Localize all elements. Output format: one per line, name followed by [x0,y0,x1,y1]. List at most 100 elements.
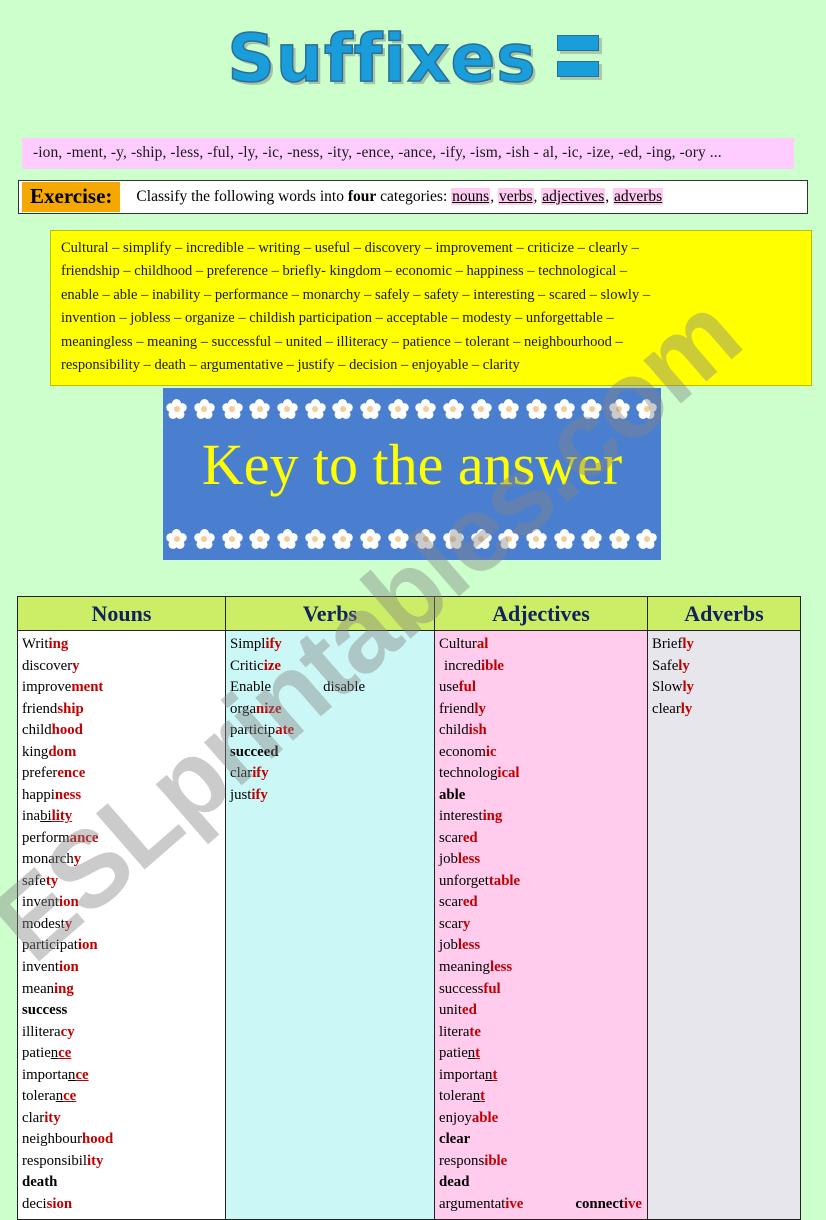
answer-key-table: Nouns Verbs Adjectives Adverbs Writing di… [17,596,801,1220]
word-entry: united [439,1002,477,1019]
table-header-row: Nouns Verbs Adjectives Adverbs [17,596,801,631]
word-entry: Enable disable [230,679,366,696]
word-entry: able [439,786,466,803]
word-entry: illiteracy [22,1023,75,1040]
flower-icon [525,528,547,550]
word-entry: useful [439,679,477,696]
word-bank-line: responsibility – death – argumentative –… [61,357,520,374]
word-entry: invention [22,958,79,975]
flower-icon [470,398,492,420]
nouns-word-list: Writing discovery improvement friendship chi… [22,634,225,1215]
sep-3: , [605,188,613,205]
word-entry: tolerance [22,1088,77,1105]
word-entry: interesting [439,808,503,825]
word-entry: scary [439,915,471,932]
word-entry: scared [439,829,478,846]
column-header-adjectives: Adjectives [434,596,648,631]
word-entry: dead [439,1174,470,1191]
table-body-row: Writing discovery improvement friendship chi… [17,629,801,1220]
word-entry: Safely [652,657,690,674]
word-bank-line: Cultural – simplify – incredible – writi… [61,240,639,256]
flower-icon [221,398,243,420]
exercise-instruction: Classify the following words into four c… [136,188,664,206]
word-entry: important [439,1066,498,1083]
word-entry: importance [22,1066,89,1083]
word-entry: meaning [22,980,74,997]
word-entry: inability [22,808,73,825]
word-entry: incredible [444,657,505,674]
category-verbs: verbs [497,188,534,205]
word-entry: argumentative connective [439,1195,642,1212]
flower-icon [387,528,409,550]
word-entry: happiness [22,786,82,803]
flower-border-top [163,392,661,426]
flower-icon [636,398,658,420]
flower-icon [332,398,354,420]
word-entry: childhood [22,722,83,739]
flower-border-bottom [163,522,661,556]
word-entry: economic [439,743,497,760]
flower-icon [442,398,464,420]
cell-verbs: Simplify Criticize Enable disable organize pa… [225,629,435,1220]
word-bank-line: enable – able – inability – performance … [61,286,651,303]
word-bank-line: invention – jobless – organize – childis… [61,310,614,327]
adverbs-word-list: Briefly Safely Slowly clearly [652,634,800,720]
category-adverbs: adverbs [613,188,664,205]
word-entry: scared [439,894,478,911]
word-entry: clear [439,1131,471,1148]
flower-icon [359,398,381,420]
word-entry: participation [22,937,98,954]
category-adjectives: adjectives [541,188,606,205]
sep-1: , [490,188,498,205]
flower-icon [525,398,547,420]
word-entry: patience [22,1045,72,1062]
cell-adjectives: Cultural incredible useful friendly childish… [434,629,648,1220]
word-entry: Slowly [652,679,694,696]
flower-icon [442,528,464,550]
page-title: Suffixes [227,20,537,97]
flower-icon [415,528,437,550]
flower-icon [636,528,658,550]
adjectives-word-list: Cultural incredible useful friendly childish… [439,634,647,1215]
exercise-label: Exercise: [22,182,121,212]
word-entry: neighbourhood [22,1131,114,1148]
word-entry: technological [439,765,520,782]
word-entry: clarity [22,1109,61,1126]
column-header-nouns: Nouns [17,596,226,631]
word-entry: Briefly [652,636,694,652]
word-bank: Cultural – simplify – incredible – writi… [50,230,812,386]
word-entry: invention [22,894,79,911]
column-header-verbs: Verbs [225,596,435,631]
word-entry: monarchy [22,851,82,868]
word-entry: succeed [230,743,279,760]
word-entry: Criticize [230,657,281,674]
word-entry: patient [439,1045,481,1062]
flower-icon [249,398,271,420]
word-entry: preference [22,765,86,782]
flower-icon [470,528,492,550]
flower-icon [332,528,354,550]
word-entry: Cultural [439,636,489,652]
flower-icon [553,528,575,550]
flower-icon [193,398,215,420]
flower-icon [581,528,603,550]
word-entry: successful [439,980,501,997]
suffix-list-strip: -ion, -ment, -y, -ship, -less, -ful, -ly… [22,138,794,169]
word-entry: organize [230,700,282,717]
flower-icon [498,398,520,420]
word-entry: improvement [22,679,104,696]
category-nouns: nouns [451,188,491,205]
word-entry: jobless [439,937,481,954]
flower-icon [608,398,630,420]
word-entry: safety [22,872,59,889]
word-entry: justify [230,786,268,803]
verbs-word-list: Simplify Criticize Enable disable organize pa… [230,634,434,806]
word-entry: jobless [439,851,481,868]
flower-icon [498,528,520,550]
word-entry: performance [22,829,99,846]
key-to-answer-banner: Key to the answer [163,388,661,560]
word-entry: meaningless [439,958,513,975]
word-entry: enjoyable [439,1109,499,1126]
flower-icon [276,528,298,550]
flower-icon [387,398,409,420]
